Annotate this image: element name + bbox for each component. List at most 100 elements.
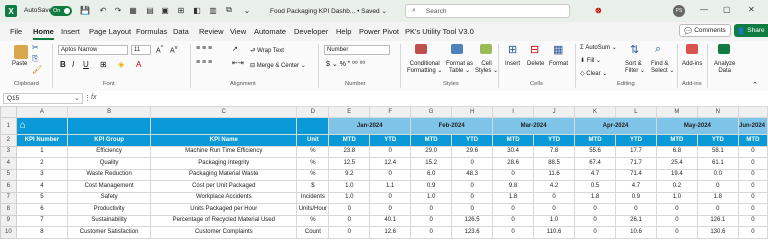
cell-kpi-group[interactable]: Sustainability [67, 214, 152, 227]
col-header-h[interactable]: H [451, 106, 494, 118]
number-format-select[interactable]: Number [324, 45, 390, 55]
cell-kpi-group[interactable]: Customer Satisfaction [67, 226, 152, 239]
analyze-data-icon[interactable] [718, 44, 730, 54]
row-header[interactable]: 3 [0, 145, 17, 158]
cell-value[interactable]: 130.6 [696, 226, 739, 239]
grow-font-icon[interactable]: A^ [156, 45, 163, 54]
tab-file[interactable]: File [10, 27, 22, 36]
cell-value[interactable]: 0 [574, 214, 616, 227]
row-header[interactable]: 6 [0, 180, 17, 193]
cell-value[interactable]: 40.1 [369, 214, 412, 227]
tab-data[interactable]: Data [173, 27, 189, 36]
cell-kpi-number[interactable]: 1 [15, 145, 69, 158]
tab-power-pivot[interactable]: Power Pivot [359, 27, 399, 36]
cut-icon[interactable]: ✂ [32, 43, 39, 52]
conditional-formatting-icon[interactable] [415, 44, 427, 54]
cell-value[interactable]: 123.6 [451, 226, 494, 239]
cell-value[interactable]: 0 [737, 214, 768, 227]
cell-value[interactable]: 7.8 [533, 145, 576, 158]
cell-unit[interactable]: Count [296, 226, 330, 239]
currency-icon[interactable]: $ ⌄ % ❜ ⁰⁰ ⁰⁰ [326, 60, 365, 68]
cell-kpi-name[interactable]: Cost per Unit Packaged [150, 180, 298, 193]
cell-kpi-name[interactable]: Packaging Material Waste [150, 168, 298, 181]
month-header[interactable]: May-2024 [655, 117, 739, 135]
cell-value[interactable]: 88.5 [533, 157, 576, 170]
cell-value[interactable]: 0 [369, 203, 412, 216]
band-cell[interactable] [296, 117, 330, 135]
header-mtd[interactable]: MTD [328, 134, 371, 147]
cell-value[interactable]: 0 [369, 145, 412, 158]
cell-value[interactable]: 0 [737, 145, 768, 158]
cell-styles-button[interactable]: Cell Styles ⌄ [475, 61, 498, 75]
cell-kpi-name[interactable]: Workplace Accidents [150, 191, 298, 204]
collapse-ribbon-icon[interactable]: ⌃ [752, 81, 758, 89]
tab-formulas[interactable]: Formulas [136, 27, 167, 36]
cell-value[interactable]: 0 [737, 180, 768, 193]
cell-kpi-number[interactable]: 6 [15, 203, 69, 216]
cell-kpi-number[interactable]: 4 [15, 180, 69, 193]
cell-unit[interactable]: % [296, 168, 330, 181]
cell-value[interactable]: 29.6 [451, 145, 494, 158]
cell-value[interactable]: 0 [737, 203, 768, 216]
col-header-j[interactable]: J [533, 106, 576, 118]
header-ytd[interactable]: YTD [369, 134, 412, 147]
cell-value[interactable]: 0.2 [655, 180, 698, 193]
cell-value[interactable]: 0 [737, 157, 768, 170]
cell-value[interactable]: 19.4 [655, 168, 698, 181]
format-cells-icon[interactable]: ▦ [553, 43, 563, 56]
italic-icon[interactable]: I [72, 60, 74, 69]
header-ytd[interactable]: YTD [451, 134, 494, 147]
cell-value[interactable]: 9.2 [328, 168, 371, 181]
cell-value[interactable]: 6.8 [655, 145, 698, 158]
cell-value[interactable]: 0 [492, 168, 535, 181]
cell-value[interactable]: 71.7 [615, 157, 657, 170]
cell-value[interactable]: 0 [655, 226, 698, 239]
align-left-icon[interactable]: ≡ ≡ ≡ [196, 59, 212, 66]
cell-kpi-number[interactable]: 3 [15, 168, 69, 181]
comments-button[interactable]: 💬 Comments [679, 24, 731, 37]
cell-kpi-name[interactable]: Units Packaged per Hour [150, 203, 298, 216]
clear-button[interactable]: ◇ Clear ⌄ [580, 70, 607, 77]
addins-icon[interactable] [686, 44, 698, 54]
header-ytd[interactable]: YTD [533, 134, 576, 147]
cell-value[interactable]: 6.0 [410, 168, 453, 181]
cell-value[interactable]: 1.8 [492, 191, 535, 204]
tab-help[interactable]: Help [336, 27, 351, 36]
header-unit[interactable]: Unit [296, 134, 330, 147]
month-header[interactable]: Feb-2024 [410, 117, 494, 135]
month-header[interactable]: Jan-2024 [328, 117, 412, 135]
save-icon[interactable]: 💾 [80, 5, 90, 15]
spreadsheet-grid[interactable]: A B C D E F G H I J K L M N 1 ⌂ Jan-2024… [0, 106, 768, 240]
warning-icon[interactable]: ⊗ [595, 6, 602, 15]
format-as-table-button[interactable]: Format as Table ⌄ [446, 61, 473, 75]
cell-value[interactable]: 71.4 [615, 168, 657, 181]
cell-value[interactable]: 15.2 [410, 157, 453, 170]
orientation-icon[interactable]: ↗ [232, 45, 238, 53]
header-kpi-number[interactable]: KPI Number [15, 134, 69, 147]
row-header[interactable]: 8 [0, 203, 17, 216]
cell-value[interactable]: 26.1 [615, 214, 657, 227]
col-header-a[interactable]: A [15, 106, 69, 118]
tab-page-layout[interactable]: Page Layout [89, 27, 131, 36]
col-header-i[interactable]: I [492, 106, 535, 118]
cell-value[interactable]: 17.7 [615, 145, 657, 158]
cell-value[interactable]: 28.6 [492, 157, 535, 170]
paste-button[interactable]: Paste [12, 61, 27, 67]
cell-unit[interactable]: Units/Hour [296, 203, 330, 216]
cell-value[interactable]: 58.1 [696, 145, 739, 158]
month-header[interactable]: Jun-2024 [737, 117, 768, 135]
addins-button[interactable]: Add-ins [682, 61, 702, 67]
redo-icon[interactable]: ↷ [113, 5, 123, 15]
cell-kpi-group[interactable]: Cost Management [67, 180, 152, 193]
cell-value[interactable]: 0 [410, 214, 453, 227]
cell-value[interactable]: 1.8 [574, 191, 616, 204]
cell-value[interactable]: 12.4 [369, 157, 412, 170]
find-select-button[interactable]: Find & Select ⌄ [651, 61, 674, 75]
cell-value[interactable]: 1.0 [655, 191, 698, 204]
col-header-g[interactable]: G [410, 106, 453, 118]
undo-icon[interactable]: ↶ [98, 5, 108, 15]
format-painter-icon[interactable]: 🖌 [32, 65, 42, 74]
sort-filter-button[interactable]: Sort & Filter ⌄ [625, 61, 645, 75]
tab-insert[interactable]: Insert [61, 27, 80, 36]
tab-review[interactable]: Review [199, 27, 224, 36]
